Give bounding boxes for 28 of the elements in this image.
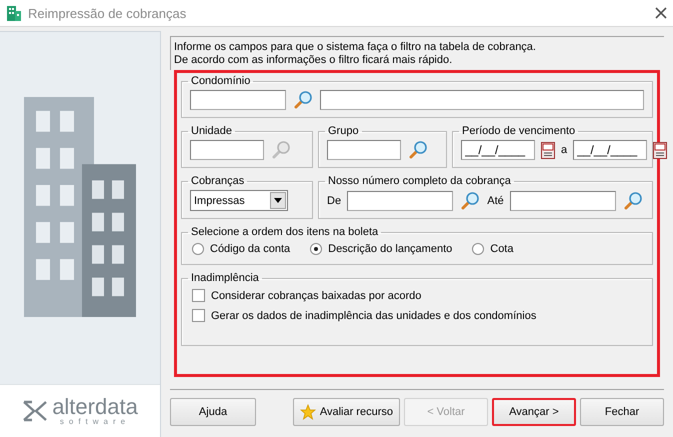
brand-name: alterdata (52, 396, 138, 418)
date-field[interactable]: __/__/____ (461, 140, 535, 160)
group-title: Unidade (190, 125, 233, 137)
dialog-button[interactable]: Avançar > (492, 398, 576, 426)
option-label: Descrição do lançamento (328, 243, 452, 255)
group-title: Período de vencimento (461, 125, 576, 137)
window-title: Reimpressão de cobranças (28, 6, 188, 20)
brand-tagline: software (60, 418, 130, 426)
dialog-button[interactable]: Fechar (580, 398, 664, 426)
dialog-button[interactable]: Ajuda (170, 398, 256, 426)
group-title: Selecione a ordem dos itens na boleta (190, 226, 380, 238)
date-field[interactable]: __/__/____ (573, 140, 648, 160)
dialog-button[interactable]: Avaliar recurso (292, 398, 400, 426)
status-dropdown[interactable]: Impressas (190, 190, 288, 211)
option-label: Gerar os dados de inadimplência das unidades e dos condomínios (211, 310, 536, 322)
intro-text: Informe os campos para que o sistema faça o filtro na tabela de cobrança. (174, 41, 537, 54)
field-label: De (327, 194, 342, 206)
intro-text: De acordo com as informações o filtro ficará mais rápido. (174, 54, 454, 67)
group-title: Inadimplência (190, 272, 260, 284)
group-title: Nosso número completo da cobrança (327, 175, 512, 187)
range-separator: a (561, 144, 568, 156)
option-label: Cota (490, 243, 514, 255)
group-title: Grupo (327, 125, 360, 137)
field-label: Até (487, 194, 504, 206)
option-label: Considerar cobranças baixadas por acordo (211, 290, 422, 302)
group-title: Condomínio (190, 75, 252, 87)
group-title: Cobranças (190, 175, 246, 187)
option-label: Código da conta (210, 243, 290, 255)
